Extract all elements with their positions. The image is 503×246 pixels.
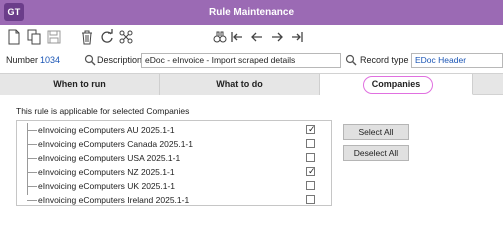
company-name: eInvoicing eComputers AU 2025.1-1 bbox=[38, 125, 175, 135]
tab-highlight-annotation bbox=[363, 76, 433, 94]
deselect-all-button[interactable]: Deselect All bbox=[343, 145, 409, 161]
companies-panel: This rule is applicable for selected Com… bbox=[0, 96, 503, 246]
tree-branch bbox=[27, 186, 37, 187]
company-checkbox[interactable]: ✓ bbox=[306, 166, 316, 176]
company-checkbox[interactable] bbox=[306, 195, 315, 204]
last-icon[interactable] bbox=[290, 29, 304, 45]
search-icon[interactable] bbox=[84, 54, 96, 66]
copy-icon[interactable] bbox=[27, 29, 41, 45]
number-label: Number bbox=[6, 55, 39, 65]
delete-icon[interactable] bbox=[80, 29, 94, 45]
tab-when-to-run[interactable]: When to run bbox=[0, 74, 160, 95]
tree-branch bbox=[27, 158, 37, 159]
company-row: eInvoicing eComputers USA 2025.1-1 bbox=[17, 152, 331, 165]
tree-branch bbox=[27, 172, 37, 173]
select-all-button[interactable]: Select All bbox=[343, 124, 409, 140]
record-header: Number 1034 Description eDoc - eInvoice … bbox=[0, 51, 503, 71]
tab-what-to-do[interactable]: What to do bbox=[160, 74, 320, 95]
record-type-field[interactable]: EDoc Header bbox=[411, 53, 503, 68]
company-checkbox[interactable] bbox=[306, 153, 315, 162]
window-title: Rule Maintenance bbox=[208, 7, 295, 18]
company-checkbox[interactable] bbox=[306, 139, 315, 148]
company-name: eInvoicing eComputers Canada 2025.1-1 bbox=[38, 139, 193, 149]
structure-icon[interactable] bbox=[119, 29, 133, 45]
company-row: eInvoicing eComputers UK 2025.1-1 bbox=[17, 180, 331, 193]
company-tree: eInvoicing eComputers AU 2025.1-1 ✓ eInv… bbox=[16, 120, 332, 206]
binoculars-icon[interactable] bbox=[213, 29, 227, 45]
next-icon[interactable] bbox=[270, 29, 284, 45]
company-name: eInvoicing eComputers USA 2025.1-1 bbox=[38, 153, 181, 163]
company-row: eInvoicing eComputers NZ 2025.1-1 ✓ bbox=[17, 166, 331, 179]
record-type-search-icon[interactable] bbox=[345, 54, 357, 66]
info-text: This rule is applicable for selected Com… bbox=[16, 106, 190, 116]
company-row: eInvoicing eComputers AU 2025.1-1 ✓ bbox=[17, 124, 331, 137]
tree-branch bbox=[27, 200, 37, 201]
company-row: eInvoicing eComputers Ireland 2025.1-1 bbox=[17, 194, 331, 207]
refresh-icon[interactable] bbox=[100, 29, 114, 45]
new-icon[interactable] bbox=[7, 29, 21, 45]
record-type-label: Record type bbox=[360, 55, 409, 65]
company-name: eInvoicing eComputers UK 2025.1-1 bbox=[38, 181, 176, 191]
tree-branch bbox=[27, 130, 37, 131]
company-name: eInvoicing eComputers NZ 2025.1-1 bbox=[38, 167, 175, 177]
toolbar bbox=[0, 25, 503, 50]
company-checkbox[interactable] bbox=[306, 181, 315, 190]
save-icon[interactable] bbox=[47, 29, 61, 45]
previous-icon[interactable] bbox=[250, 29, 264, 45]
company-row: eInvoicing eComputers Canada 2025.1-1 bbox=[17, 138, 331, 151]
tree-branch bbox=[27, 144, 37, 145]
company-checkbox[interactable]: ✓ bbox=[306, 124, 316, 134]
title-bar: GT Rule Maintenance bbox=[0, 0, 503, 25]
number-value[interactable]: 1034 bbox=[40, 55, 60, 65]
first-icon[interactable] bbox=[230, 29, 244, 45]
description-label: Description bbox=[97, 55, 143, 65]
company-name: eInvoicing eComputers Ireland 2025.1-1 bbox=[38, 195, 190, 205]
description-field[interactable]: eDoc - eInvoice - Import scraped details bbox=[141, 53, 341, 68]
